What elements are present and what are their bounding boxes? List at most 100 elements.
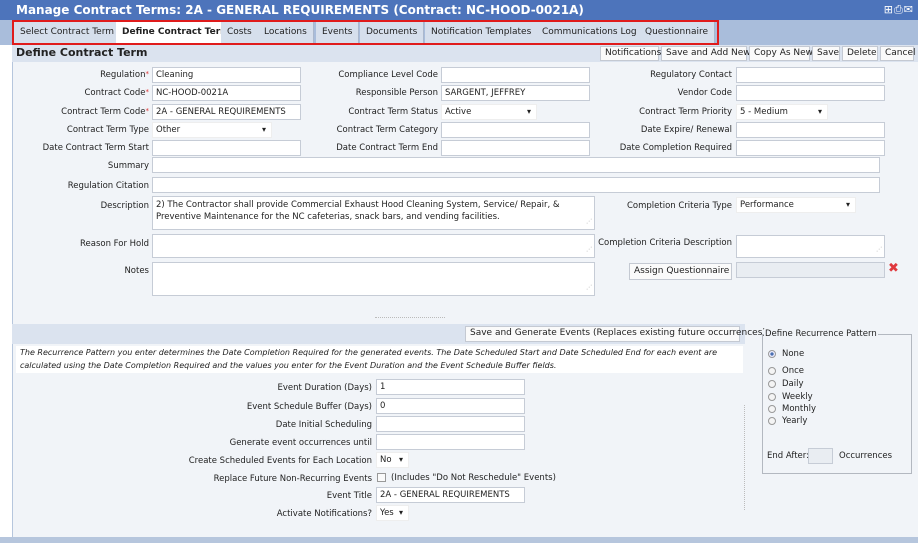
contract-term-type-select[interactable]: Other xyxy=(152,122,272,138)
radio-none[interactable] xyxy=(768,350,776,358)
category-field[interactable] xyxy=(441,122,590,138)
resize-grip-icon[interactable]: ⋰ xyxy=(586,216,592,228)
resize-grip-icon[interactable]: ⋰ xyxy=(586,244,592,256)
summary-label: Summary xyxy=(107,161,149,171)
description-text: 2) The Contractor shall provide Commerci… xyxy=(156,200,560,222)
event-title-field[interactable]: 2A - GENERAL REQUIREMENTS xyxy=(376,487,525,503)
citation-label: Regulation Citation xyxy=(67,181,149,191)
vertical-splitter[interactable] xyxy=(744,405,745,510)
notifications-button[interactable]: Notifications xyxy=(600,46,661,61)
date-initial-label: Date Initial Scheduling xyxy=(275,420,372,430)
radio-weekly[interactable] xyxy=(768,393,776,401)
completion-required-label: Date Completion Required xyxy=(619,143,732,153)
compliance-level-field[interactable] xyxy=(441,67,590,83)
regulation-label: Regulation* xyxy=(100,70,149,80)
category-label: Contract Term Category xyxy=(336,125,438,135)
event-buffer-label: Event Schedule Buffer (Days) xyxy=(246,402,372,412)
recurrence-note: The Recurrence Pattern you enter determi… xyxy=(16,346,743,373)
event-duration-label: Event Duration (Days) xyxy=(277,383,372,393)
radio-yearly-label: Yearly xyxy=(782,416,808,426)
cancel-button[interactable]: Cancel xyxy=(880,46,916,61)
priority-label: Contract Term Priority xyxy=(639,107,732,117)
expire-field[interactable] xyxy=(736,122,885,138)
vendor-code-label: Vendor Code xyxy=(677,88,732,98)
priority-select[interactable]: 5 - Medium xyxy=(736,104,828,120)
event-title-label: Event Title xyxy=(326,491,372,501)
radio-yearly[interactable] xyxy=(768,417,776,425)
notes-textarea[interactable]: ⋰ xyxy=(152,262,595,296)
delete-button[interactable]: Delete xyxy=(842,46,878,61)
save-and-generate-events-button[interactable]: Save and Generate Events (Replaces exist… xyxy=(465,326,766,342)
regulatory-contact-field[interactable] xyxy=(736,67,885,83)
copy-as-new-button[interactable]: Copy As New xyxy=(749,46,813,61)
status-select[interactable]: Active xyxy=(441,104,537,120)
radio-daily[interactable] xyxy=(768,380,776,388)
print-icon[interactable]: ⎙ xyxy=(894,3,904,16)
date-start-label: Date Contract Term Start xyxy=(42,143,149,153)
criteria-type-label: Completion Criteria Type xyxy=(626,201,732,211)
bottom-border xyxy=(0,537,918,543)
responsible-person-field[interactable]: SARGENT, JEFFREY xyxy=(441,85,590,101)
date-end-field[interactable] xyxy=(441,140,590,156)
highlight-box xyxy=(12,20,719,45)
reason-for-hold-textarea[interactable]: ⋰ xyxy=(152,234,595,258)
occurrences-label: Occurrences xyxy=(839,451,893,461)
date-start-field[interactable] xyxy=(152,140,301,156)
section-title: Define Contract Term xyxy=(16,46,148,59)
replace-events-label: Replace Future Non-Recurring Events xyxy=(213,474,372,484)
event-buffer-field[interactable]: 0 xyxy=(376,398,525,414)
replace-events-checkbox[interactable] xyxy=(377,473,386,482)
resize-grip-icon[interactable]: ⋰ xyxy=(876,244,882,256)
email-icon[interactable]: ✉ xyxy=(904,3,914,16)
end-after-field[interactable] xyxy=(808,448,833,464)
date-initial-field[interactable] xyxy=(376,416,525,432)
completion-required-field[interactable] xyxy=(736,140,885,156)
splitter-handle[interactable] xyxy=(375,317,445,318)
questionnaire-field xyxy=(736,262,885,278)
save-button[interactable]: Save xyxy=(812,46,840,61)
status-label: Contract Term Status xyxy=(348,107,438,117)
radio-none-label: None xyxy=(782,349,805,359)
radio-weekly-label: Weekly xyxy=(782,392,813,402)
date-end-label: Date Contract Term End xyxy=(336,143,438,153)
each-location-select[interactable]: No xyxy=(376,452,409,468)
remove-icon[interactable]: ✖ xyxy=(888,261,899,276)
generate-until-label: Generate event occurrences until xyxy=(229,438,372,448)
activate-notifications-select[interactable]: Yes xyxy=(376,505,409,521)
citation-field[interactable] xyxy=(152,177,880,193)
expire-label: Date Expire/ Renewal xyxy=(640,125,732,135)
each-location-label: Create Scheduled Events for Each Locatio… xyxy=(188,456,372,466)
add-icon[interactable]: ⊞ xyxy=(884,3,894,16)
radio-monthly[interactable] xyxy=(768,405,776,413)
radio-once[interactable] xyxy=(768,367,776,375)
radio-monthly-label: Monthly xyxy=(782,404,817,414)
contract-term-type-label: Contract Term Type xyxy=(66,125,149,135)
contract-code-field[interactable]: NC-HOOD-0021A xyxy=(152,85,301,101)
contract-term-code-field[interactable]: 2A - GENERAL REQUIREMENTS xyxy=(152,104,301,120)
contract-term-code-label: Contract Term Code* xyxy=(61,107,149,117)
notes-label: Notes xyxy=(124,266,149,276)
regulatory-contact-label: Regulatory Contact xyxy=(650,70,732,80)
save-and-add-new-button[interactable]: Save and Add New xyxy=(661,46,751,61)
criteria-description-textarea[interactable]: ⋰ xyxy=(736,235,885,258)
description-label: Description xyxy=(100,201,149,211)
window-actions: ⊞⎙✉ xyxy=(884,3,914,17)
responsible-person-label: Responsible Person xyxy=(355,88,438,98)
radio-daily-label: Daily xyxy=(782,379,804,389)
reason-for-hold-label: Reason For Hold xyxy=(79,239,149,249)
event-duration-field[interactable]: 1 xyxy=(376,379,525,395)
compliance-level-label: Compliance Level Code xyxy=(338,70,438,80)
resize-grip-icon[interactable]: ⋰ xyxy=(586,282,592,294)
vendor-code-field[interactable] xyxy=(736,85,885,101)
regulation-field[interactable]: Cleaning xyxy=(152,67,301,83)
assign-questionnaire-button[interactable]: Assign Questionnaire xyxy=(629,263,732,280)
generate-until-field[interactable] xyxy=(376,434,525,450)
replace-events-note: (Includes "Do Not Reschedule" Events) xyxy=(391,473,556,483)
criteria-description-label: Completion Criteria Description xyxy=(598,238,732,248)
activate-notifications-label: Activate Notifications? xyxy=(276,509,372,519)
contract-code-label: Contract Code* xyxy=(84,88,149,98)
summary-field[interactable] xyxy=(152,157,880,173)
criteria-type-select[interactable]: Performance xyxy=(736,197,856,213)
radio-once-label: Once xyxy=(782,366,804,376)
description-textarea[interactable]: 2) The Contractor shall provide Commerci… xyxy=(152,196,595,230)
